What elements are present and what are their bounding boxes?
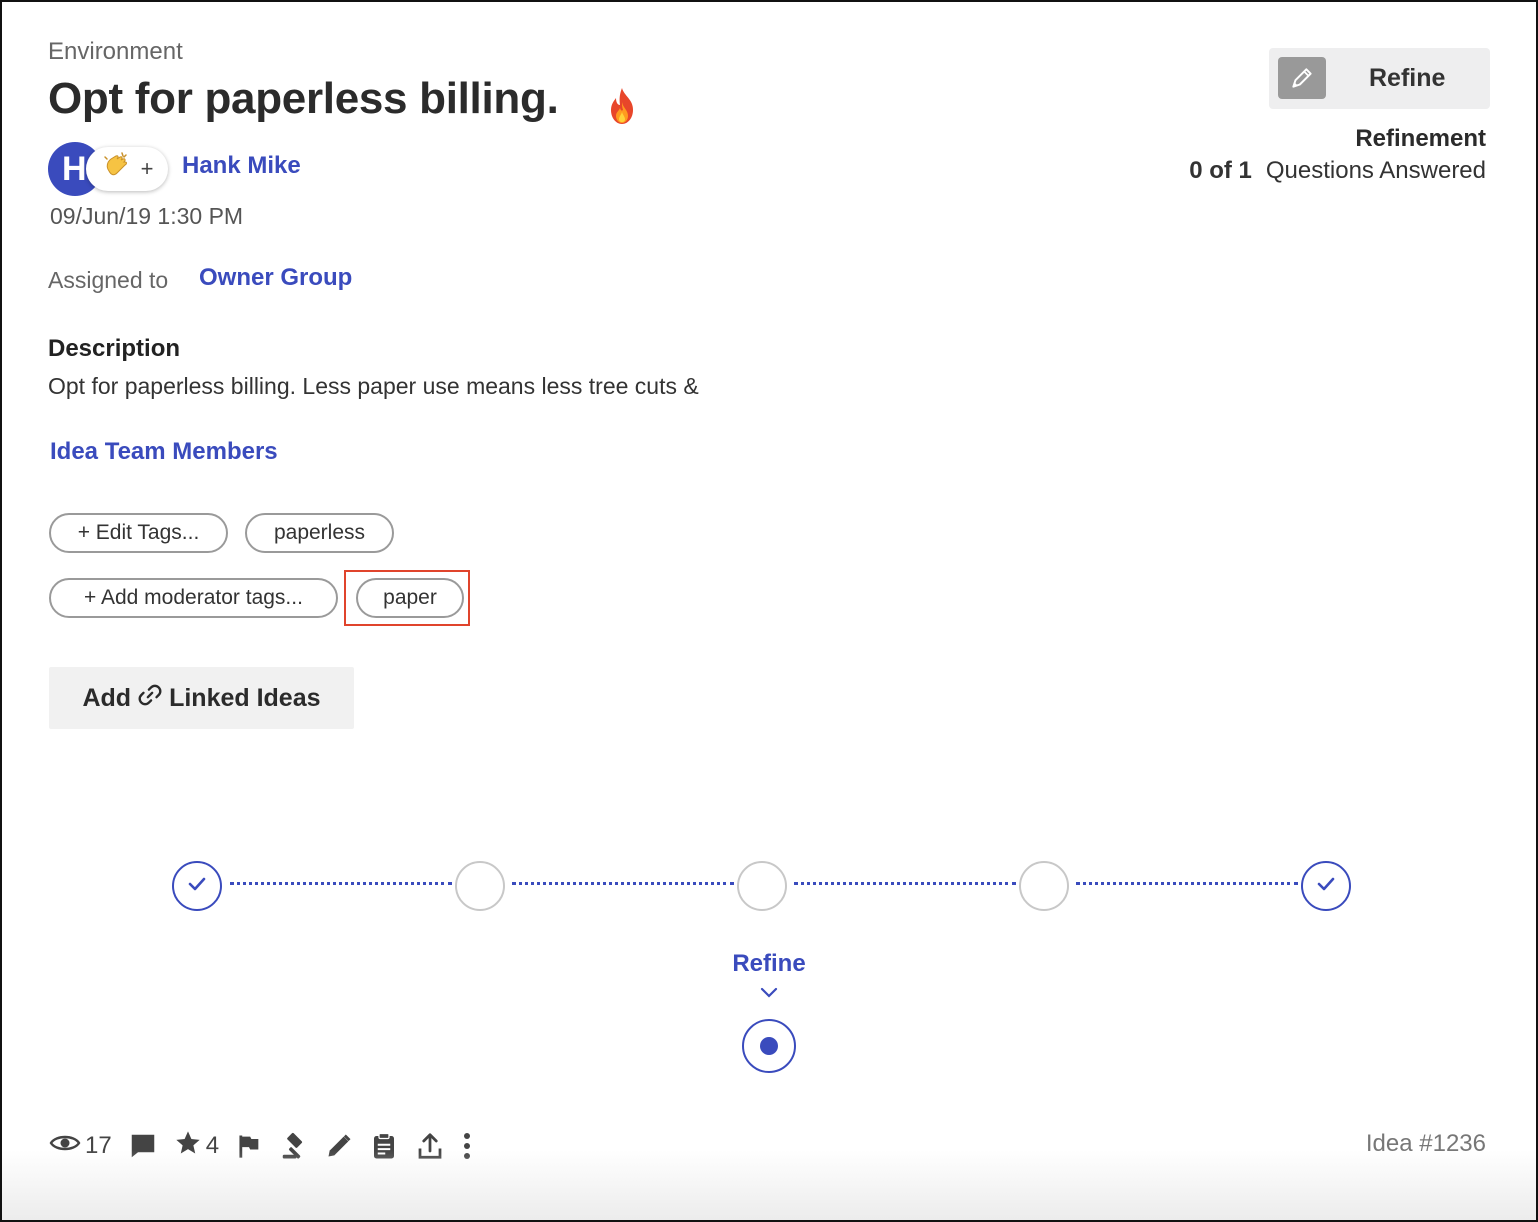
highlight-box [344,570,470,626]
idea-team-members-link[interactable]: Idea Team Members [50,438,278,466]
chevron-down-icon [759,986,779,1005]
clapping-hands-icon [101,151,131,187]
idea-category: Environment [48,38,183,65]
refinement-heading: Refinement [1355,125,1486,152]
add-moderator-tags-button[interactable]: + Add moderator tags... [49,578,338,618]
workflow-step-2[interactable] [455,861,505,911]
current-stage-label: Refine [732,950,806,977]
refinement-progress: 0 of 1 Questions Answered [1189,157,1486,185]
workflow-step-5[interactable] [1301,861,1351,911]
idea-title: Opt for paperless billing. [48,74,559,123]
stepper-connector [794,882,1016,885]
description-heading: Description [48,335,181,362]
reaction-button[interactable]: + [86,147,168,191]
pencil-icon [1278,57,1326,99]
fire-icon [600,84,644,128]
refine-button[interactable]: Refine [1269,48,1490,109]
check-icon [185,872,209,901]
idea-date: 09/Jun/19 1:30 PM [50,203,244,229]
edit-tags-button[interactable]: + Edit Tags... [49,513,228,553]
check-icon [1314,872,1338,901]
add-linked-prefix: Add [82,683,132,712]
assigned-label: Assigned to [48,267,169,293]
idea-card: Environment Opt for paperless billing. H… [0,0,1538,1222]
workflow-step-1[interactable] [172,861,222,911]
stepper-connector [512,882,734,885]
current-stage-indicator[interactable] [742,1019,796,1073]
stepper-connector [1076,882,1298,885]
current-stage-dot [760,1037,778,1055]
bottom-fade [2,1150,1536,1220]
tag-paperless[interactable]: paperless [245,513,394,553]
stepper-connector [230,882,452,885]
workflow-step-3[interactable] [737,861,787,911]
refine-button-label: Refine [1369,64,1446,92]
add-linked-suffix: Linked Ideas [169,683,321,712]
add-linked-ideas-button[interactable]: Add Linked Ideas [49,667,354,729]
assigned-group-link[interactable]: Owner Group [199,264,352,292]
link-icon [137,682,163,715]
author-link[interactable]: Hank Mike [182,152,301,180]
refinement-count-suffix: Questions Answered [1265,157,1486,184]
description-text: Opt for paperless billing. Less paper us… [48,373,699,399]
workflow-step-4[interactable] [1019,861,1069,911]
add-reaction-plus: + [140,156,154,181]
refinement-count: 0 of 1 [1189,157,1252,184]
